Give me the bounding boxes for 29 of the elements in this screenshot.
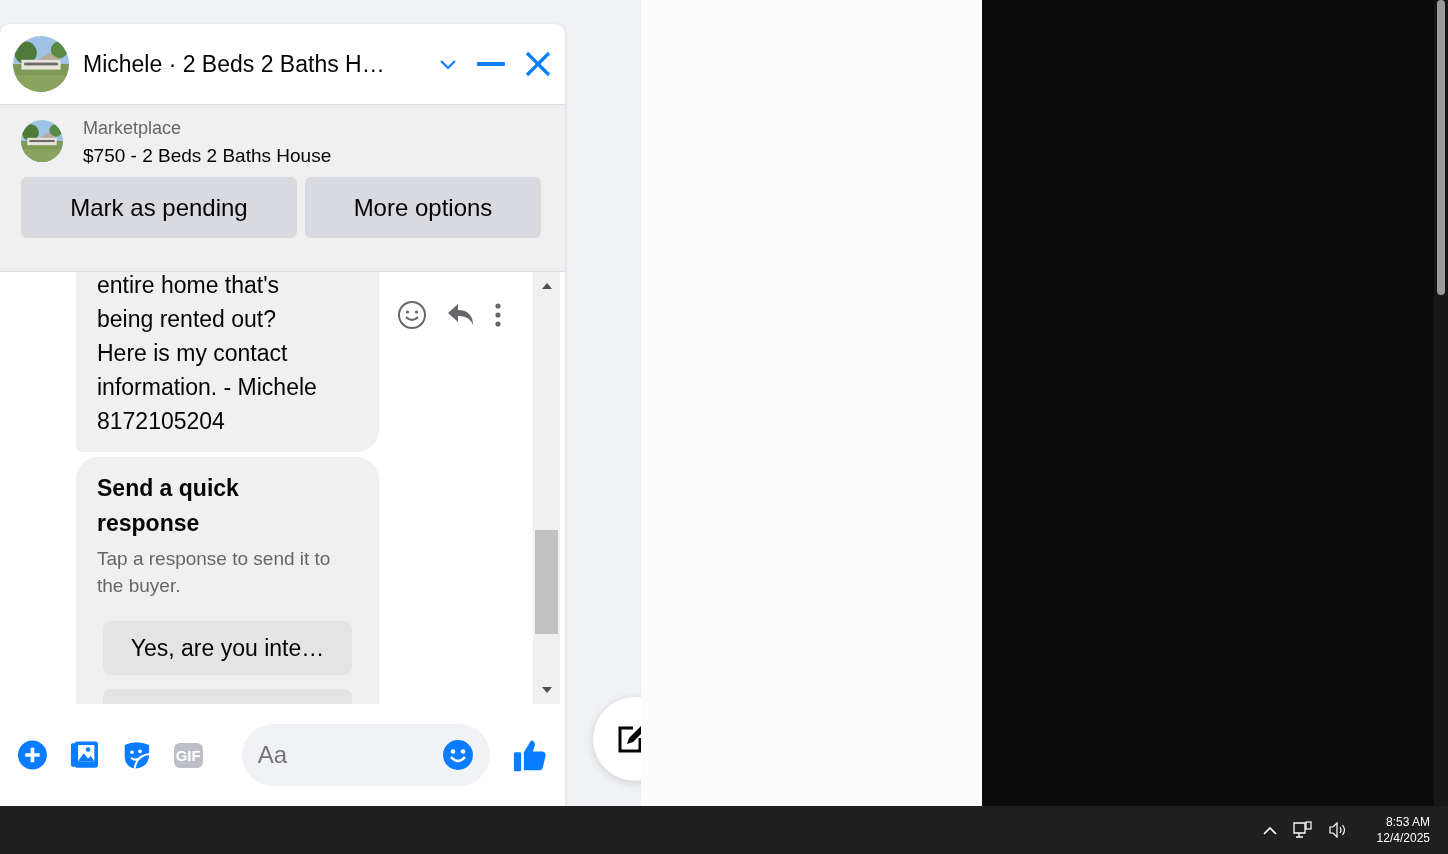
smiley-icon[interactable] bbox=[397, 300, 427, 330]
chat-title[interactable]: Michele · 2 Beds 2 Baths H… bbox=[83, 50, 419, 78]
scrollbar[interactable] bbox=[533, 272, 560, 704]
action-button[interactable]: More options bbox=[305, 177, 541, 238]
chevron-up-icon[interactable] bbox=[1262, 825, 1277, 835]
action-button[interactable]: Mark as pending bbox=[21, 177, 297, 238]
scroll-down-icon[interactable] bbox=[540, 686, 553, 694]
card-subtitle: Tap a response to send it to the buyer. bbox=[97, 547, 332, 598]
plus-icon[interactable] bbox=[18, 739, 47, 771]
close-icon[interactable] bbox=[525, 51, 551, 77]
minimize-icon[interactable] bbox=[477, 61, 505, 67]
scrollbar[interactable] bbox=[1434, 0, 1448, 806]
quick-reply-button[interactable]: Yes, are you inte… bbox=[103, 621, 352, 675]
listing-source: Marketplace bbox=[83, 118, 183, 139]
chevron-down-icon[interactable] bbox=[439, 58, 457, 70]
compose-icon[interactable] bbox=[617, 724, 641, 754]
network-icon[interactable] bbox=[1292, 821, 1313, 839]
scroll-up-icon[interactable] bbox=[540, 282, 553, 290]
image-icon[interactable] bbox=[69, 739, 99, 771]
clock-date: 12/4/2025 bbox=[1376, 830, 1430, 846]
more-icon[interactable] bbox=[495, 303, 501, 327]
scroll-thumb[interactable] bbox=[535, 530, 558, 634]
clock-time: 8:53 AM bbox=[1385, 814, 1430, 830]
listing-title[interactable]: $750 - 2 Beds 2 Baths House bbox=[83, 145, 332, 167]
emoji-icon[interactable] bbox=[442, 740, 473, 770]
card-title: Send a quick response bbox=[97, 474, 240, 538]
message-input[interactable]: Aa bbox=[241, 724, 490, 786]
speaker-icon[interactable] bbox=[1328, 822, 1347, 838]
message-text: entire home that's being rented out? Here is my contact information. - Michele 8172105204 bbox=[97, 272, 318, 436]
